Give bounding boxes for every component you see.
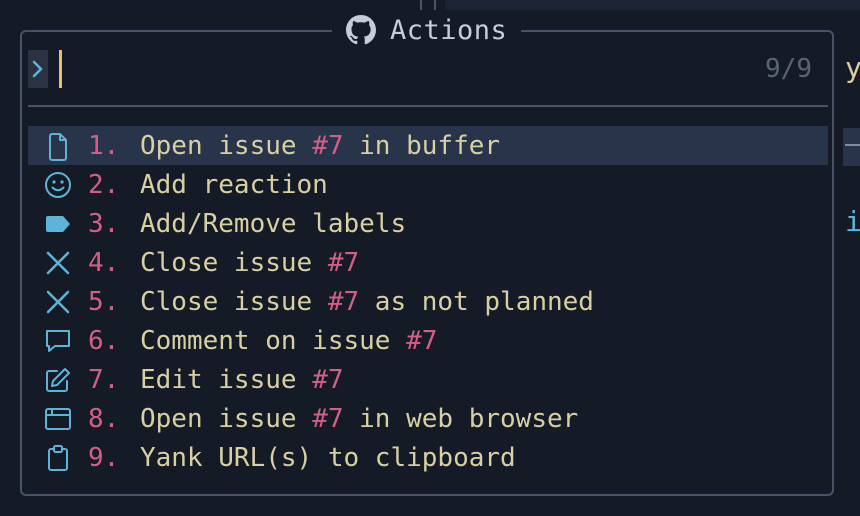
tag-icon bbox=[28, 204, 88, 243]
action-item[interactable]: 9. Yank URL(s) to clipboard bbox=[28, 438, 828, 477]
picker-title-text: Actions bbox=[390, 14, 508, 46]
pencil-icon bbox=[28, 360, 88, 399]
action-number: 4. bbox=[88, 247, 120, 278]
action-label: Close issue bbox=[140, 247, 328, 278]
action-label-suffix: as not planned bbox=[359, 286, 594, 317]
smiley-icon bbox=[28, 165, 88, 204]
action-item[interactable]: 2. Add reaction bbox=[28, 165, 828, 204]
result-count: 9/9 bbox=[765, 54, 812, 84]
action-item[interactable]: 6. Comment on issue #7 bbox=[28, 321, 828, 360]
picker-title: Actions bbox=[332, 10, 522, 50]
action-label-suffix: in buffer bbox=[343, 130, 501, 161]
action-number: 2. bbox=[88, 169, 120, 200]
action-item[interactable]: 5. Close issue #7 as not planned bbox=[28, 282, 828, 321]
issue-reference: #7 bbox=[406, 325, 438, 356]
file-icon bbox=[28, 126, 88, 165]
background-cursorline bbox=[843, 128, 860, 166]
clipboard-icon bbox=[28, 438, 88, 477]
action-label: Yank URL(s) to clipboard bbox=[140, 442, 516, 473]
actions-list: 1. Open issue #7 in buffer 2. Add reaction 3… bbox=[28, 126, 828, 477]
action-label-suffix: in web browser bbox=[343, 403, 579, 434]
action-label: Open issue bbox=[140, 130, 313, 161]
issue-reference: #7 bbox=[312, 364, 344, 395]
search-input[interactable] bbox=[66, 50, 730, 90]
action-item[interactable]: 1. Open issue #7 in buffer bbox=[28, 126, 828, 165]
action-number: 8. bbox=[88, 403, 120, 434]
text-cursor bbox=[59, 50, 62, 88]
issue-reference: #7 bbox=[327, 286, 360, 317]
action-item[interactable]: 7. Edit issue #7 bbox=[28, 360, 828, 399]
action-number: 5. bbox=[88, 286, 120, 317]
action-label: Close issue bbox=[140, 286, 328, 317]
editor-window: y i Actions 9/9 1. Open issue #7 in buffe… bbox=[0, 0, 860, 516]
issue-reference: #7 bbox=[312, 130, 344, 161]
x-icon bbox=[28, 282, 88, 321]
background-text-fragment: i bbox=[845, 205, 860, 238]
action-label: Edit issue bbox=[140, 364, 313, 395]
action-label: Comment on issue bbox=[140, 325, 407, 356]
action-label: Add reaction bbox=[140, 169, 328, 200]
action-item[interactable]: 3. Add/Remove labels bbox=[28, 204, 828, 243]
prompt-separator bbox=[28, 105, 828, 107]
comment-icon bbox=[28, 321, 88, 360]
action-number: 6. bbox=[88, 325, 120, 356]
background-statusline bbox=[445, 0, 860, 10]
background-cursorline-rule bbox=[845, 144, 860, 146]
action-number: 1. bbox=[88, 130, 120, 161]
issue-reference: #7 bbox=[312, 403, 344, 434]
action-label: Open issue bbox=[140, 403, 313, 434]
issue-reference: #7 bbox=[327, 247, 360, 278]
action-item[interactable]: 4. Close issue #7 bbox=[28, 243, 828, 282]
prompt-row: 9/9 bbox=[28, 50, 828, 90]
action-number: 7. bbox=[88, 364, 120, 395]
action-item[interactable]: 8. Open issue #7 in web browser bbox=[28, 399, 828, 438]
chevron-right-icon bbox=[28, 50, 48, 88]
action-label: Add/Remove labels bbox=[140, 208, 407, 239]
browser-icon bbox=[28, 399, 88, 438]
action-number: 9. bbox=[88, 442, 120, 473]
background-text-fragment: y bbox=[845, 51, 860, 84]
action-number: 3. bbox=[88, 208, 120, 239]
x-icon bbox=[28, 243, 88, 282]
github-icon bbox=[346, 15, 376, 45]
